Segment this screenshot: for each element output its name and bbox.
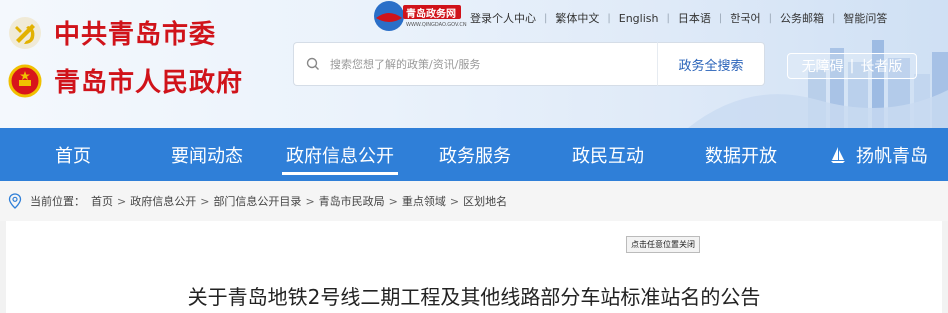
nav-open-data[interactable]: 数据开放 [696, 128, 786, 181]
breadcrumb-key-areas[interactable]: 重点领域 [402, 193, 446, 209]
nav-home[interactable]: 首页 [38, 128, 108, 181]
nav-interaction[interactable]: 政民互动 [563, 128, 653, 181]
search-button[interactable]: 政务全搜索 [657, 42, 765, 86]
breadcrumb-separator: > [449, 194, 460, 208]
breadcrumb-label: 当前位置： [30, 195, 85, 208]
breadcrumb-gov-info[interactable]: 政府信息公开 [130, 193, 196, 209]
breadcrumb-separator: > [388, 194, 398, 208]
party-emblem-icon [8, 16, 42, 50]
party-committee-brand[interactable]: 中共青岛市委 [8, 14, 216, 51]
english-link[interactable]: English [611, 12, 667, 25]
logo-title: 青岛政务网 [406, 9, 456, 20]
breadcrumb-dept-catalog[interactable]: 部门信息公开目录 [213, 193, 301, 209]
nav-gov-info-disclosure[interactable]: 政府信息公开 [282, 128, 398, 181]
smart-qa-link[interactable]: 智能问答 [835, 10, 895, 26]
article-panel: 点击任意位置关闭 关于青岛地铁2号线二期工程及其他线路部分车站标准站名的公告 [6, 221, 942, 313]
city-government-name: 青岛市人民政府 [54, 68, 244, 98]
elder-version-link[interactable]: 长者版 [854, 56, 908, 76]
nav-sail-qingdao[interactable]: 扬帆青岛 [820, 128, 936, 181]
breadcrumb-separator: > [117, 194, 127, 208]
top-links: 登录个人中心 | 繁体中文 | English | 日本语 | 한국어 | 公务… [462, 8, 895, 28]
nav-label: 政民互动 [572, 145, 644, 167]
breadcrumb-home[interactable]: 首页 [91, 193, 113, 209]
search-box [293, 42, 657, 86]
japanese-link[interactable]: 日本语 [670, 10, 719, 26]
gov-portal-logo[interactable]: 青岛政务网 WWW.QINGDAO.GOV.CN [372, 0, 467, 34]
breadcrumb-civil-affairs[interactable]: 青岛市民政局 [319, 193, 385, 209]
breadcrumb-separator: > [305, 194, 315, 208]
nav-news[interactable]: 要闻动态 [162, 128, 252, 181]
location-pin-icon [8, 193, 22, 209]
search-input[interactable] [328, 56, 632, 72]
main-nav: 首页 要闻动态 政府信息公开 政务服务 政民互动 数据开放 扬帆青岛 [0, 128, 948, 181]
city-government-brand[interactable]: 青岛市人民政府 [8, 62, 243, 99]
party-committee-name: 中共青岛市委 [54, 20, 217, 50]
breadcrumb: 当前位置： 首页 > 政府信息公开 > 部门信息公开目录 > 青岛市民政局 > … [0, 181, 948, 221]
accessibility-switcher: 无障碍 | 长者版 [787, 53, 917, 79]
close-overlay-button[interactable]: 点击任意位置关闭 [626, 236, 700, 253]
nav-label: 政府信息公开 [286, 145, 394, 167]
barrier-free-link[interactable]: 无障碍 [796, 56, 850, 76]
nav-label: 首页 [55, 145, 91, 167]
official-email-link[interactable]: 公务邮箱 [772, 10, 832, 26]
nav-label: 数据开放 [705, 145, 777, 167]
nav-label: 要闻动态 [171, 145, 243, 167]
nav-label: 扬帆青岛 [856, 145, 928, 167]
sailboat-icon [831, 146, 845, 163]
breadcrumb-separator: > [200, 194, 210, 208]
traditional-chinese-link[interactable]: 繁体中文 [547, 10, 607, 26]
login-link[interactable]: 登录个人中心 [462, 10, 544, 26]
logo-url: WWW.QINGDAO.GOV.CN [406, 22, 467, 28]
breadcrumb-place-names[interactable]: 区划地名 [463, 193, 507, 209]
site-header: 中共青岛市委 青岛市人民政府 青岛政务网 WWW.QINGDAO.GOV.CN … [0, 0, 948, 128]
national-emblem-icon [8, 64, 42, 98]
nav-label: 政务服务 [439, 145, 511, 167]
article-title: 关于青岛地铁2号线二期工程及其他线路部分车站标准站名的公告 [187, 285, 761, 309]
korean-link[interactable]: 한국어 [722, 10, 768, 26]
nav-gov-services[interactable]: 政务服务 [430, 128, 520, 181]
search-icon [306, 57, 319, 70]
